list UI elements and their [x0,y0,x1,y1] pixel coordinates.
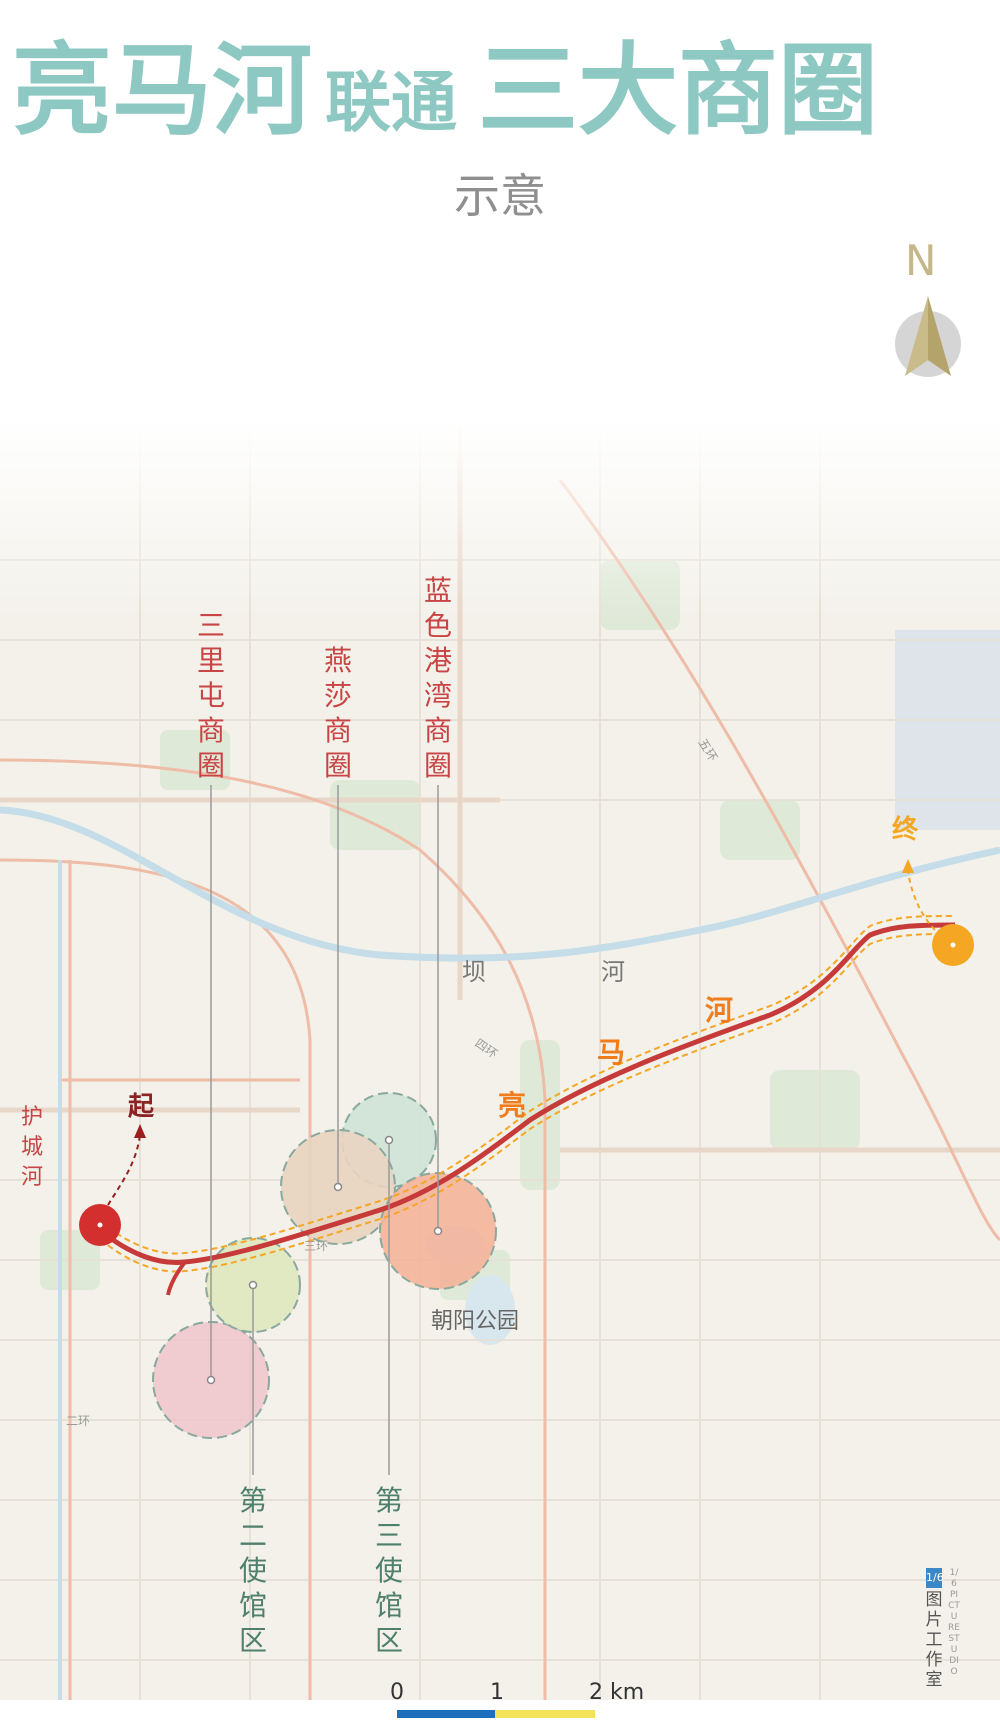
center-dot-lansegangwan [433,1226,443,1236]
center-dot-sanlitun [206,1375,216,1385]
map-top-fade [0,420,1000,620]
ring2-label: 二环 [66,1414,90,1428]
center-dot-yansha [333,1182,343,1192]
liangmahe-label-3: 河 [705,994,733,1027]
ring3-label: 三环 [304,1239,328,1253]
studio-logo: 1/6 [926,1568,944,1588]
bahe-label-1: 坝 [462,958,486,986]
studio-name-en: 1/6 PICTURE STUDIO [948,1568,960,1677]
start-label: 起 [128,1092,155,1122]
scale-bar [397,1710,595,1718]
label-embassy3: 第三使馆区 [374,1484,403,1657]
center-dot-embassy2 [248,1280,258,1290]
studio-name-cn: 图片工作室 [925,1590,943,1690]
scale-label-1: 1 [490,1680,504,1705]
north-letter: N [905,236,937,285]
liangmahe-label-2: 马 [597,1036,625,1069]
label-embassy2: 第二使馆区 [238,1484,267,1657]
label-sanlitun: 三里屯商圈 [196,609,225,782]
scale-label-0: 0 [390,1680,404,1705]
label-yansha: 燕莎商圈 [323,644,352,782]
end-label: 终 [892,814,919,845]
chaoyang-park-label: 朝阳公园 [431,1309,519,1334]
scale-segment-yellow [495,1710,595,1718]
label-huchenghe: 护城河 [20,1105,43,1190]
scale-segment-blue [397,1710,495,1718]
liangmahe-label-1: 亮 [498,1089,526,1122]
map: 坝 河 亮 马 河 朝阳公园 起 终 二环 三环 四环 五环 [0,296,1000,1718]
center-dot-embassy3 [384,1135,394,1145]
scale-label-2: 2 km [589,1680,645,1705]
label-lansegangwan: 蓝色港湾商圈 [423,574,452,782]
north-arrow-icon [895,296,961,377]
bahe-label-2: 河 [601,958,625,986]
